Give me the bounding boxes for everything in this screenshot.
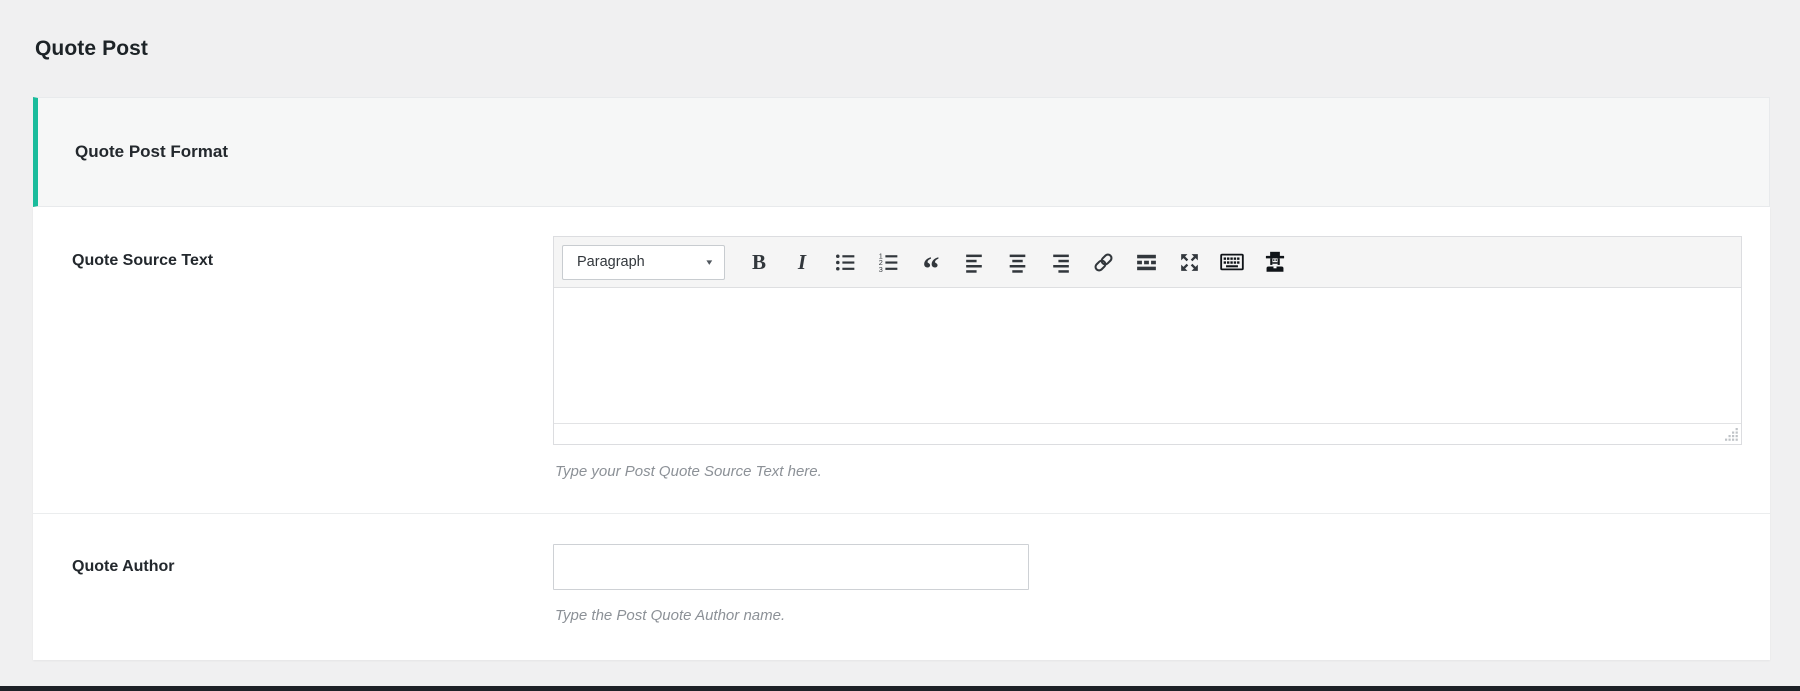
quote-author-label: Quote Author bbox=[72, 558, 175, 575]
keyboard-button[interactable] bbox=[1212, 245, 1252, 280]
hat-person-icon bbox=[1265, 251, 1285, 272]
link-icon bbox=[1093, 252, 1113, 272]
section-header-quote-post-format: Quote Post Format bbox=[33, 97, 1770, 207]
fullscreen-icon bbox=[1180, 253, 1198, 271]
editor-resize-handle[interactable] bbox=[1725, 428, 1738, 441]
align-left-button[interactable] bbox=[954, 245, 994, 280]
read-more-button[interactable] bbox=[1126, 245, 1166, 280]
section-title: Quote Post Format bbox=[75, 142, 229, 161]
bold-button[interactable]: B bbox=[739, 245, 779, 280]
editor-toolbar: Paragraph ▾ B I 1 2 3 “ bbox=[554, 237, 1741, 288]
chevron-down-icon: ▾ bbox=[706, 256, 713, 267]
italic-icon: I bbox=[797, 249, 807, 274]
editor-content-area[interactable] bbox=[554, 288, 1741, 423]
insert-link-button[interactable] bbox=[1083, 245, 1123, 280]
align-right-button[interactable] bbox=[1040, 245, 1080, 280]
metabox-card: Quote Source Text Paragraph ▾ B I 1 2 3 … bbox=[33, 207, 1770, 660]
numbered-list-button[interactable]: 1 2 3 bbox=[868, 245, 908, 280]
bulleted-list-button[interactable] bbox=[825, 245, 865, 280]
quote-author-help-text: Type the Post Quote Author name. bbox=[555, 607, 786, 624]
quote-source-text-label: Quote Source Text bbox=[72, 252, 214, 269]
quote-source-editor: Paragraph ▾ B I 1 2 3 “ bbox=[553, 236, 1742, 445]
align-right-icon bbox=[1052, 254, 1069, 273]
bold-icon: B bbox=[751, 249, 766, 274]
window-bottom-edge bbox=[0, 686, 1800, 691]
hat-person-button[interactable] bbox=[1255, 245, 1295, 280]
quote-author-input[interactable] bbox=[553, 544, 1029, 590]
editor-statusbar bbox=[554, 423, 1741, 444]
bulleted-list-icon bbox=[835, 253, 854, 271]
row-divider bbox=[33, 513, 1770, 514]
page-title: Quote Post bbox=[35, 37, 149, 60]
quote-post-settings-page: Quote Post Quote Post Format Quote Sourc… bbox=[0, 0, 1800, 691]
blockquote-button[interactable]: “ bbox=[911, 245, 951, 287]
blockquote-icon: “ bbox=[922, 251, 940, 288]
quote-source-help-text: Type your Post Quote Source Text here. bbox=[555, 463, 822, 480]
align-center-icon bbox=[1009, 254, 1025, 273]
numbered-list-icon: 1 2 3 bbox=[878, 251, 897, 273]
align-left-icon bbox=[965, 254, 982, 273]
align-center-button[interactable] bbox=[997, 245, 1037, 280]
svg-text:3: 3 bbox=[878, 264, 882, 273]
format-select-value: Paragraph bbox=[577, 254, 645, 270]
fullscreen-button[interactable] bbox=[1169, 245, 1209, 280]
format-select[interactable]: Paragraph ▾ bbox=[562, 244, 725, 280]
keyboard-icon bbox=[1220, 253, 1244, 271]
italic-button[interactable]: I bbox=[782, 245, 822, 280]
read-more-icon bbox=[1136, 254, 1156, 270]
